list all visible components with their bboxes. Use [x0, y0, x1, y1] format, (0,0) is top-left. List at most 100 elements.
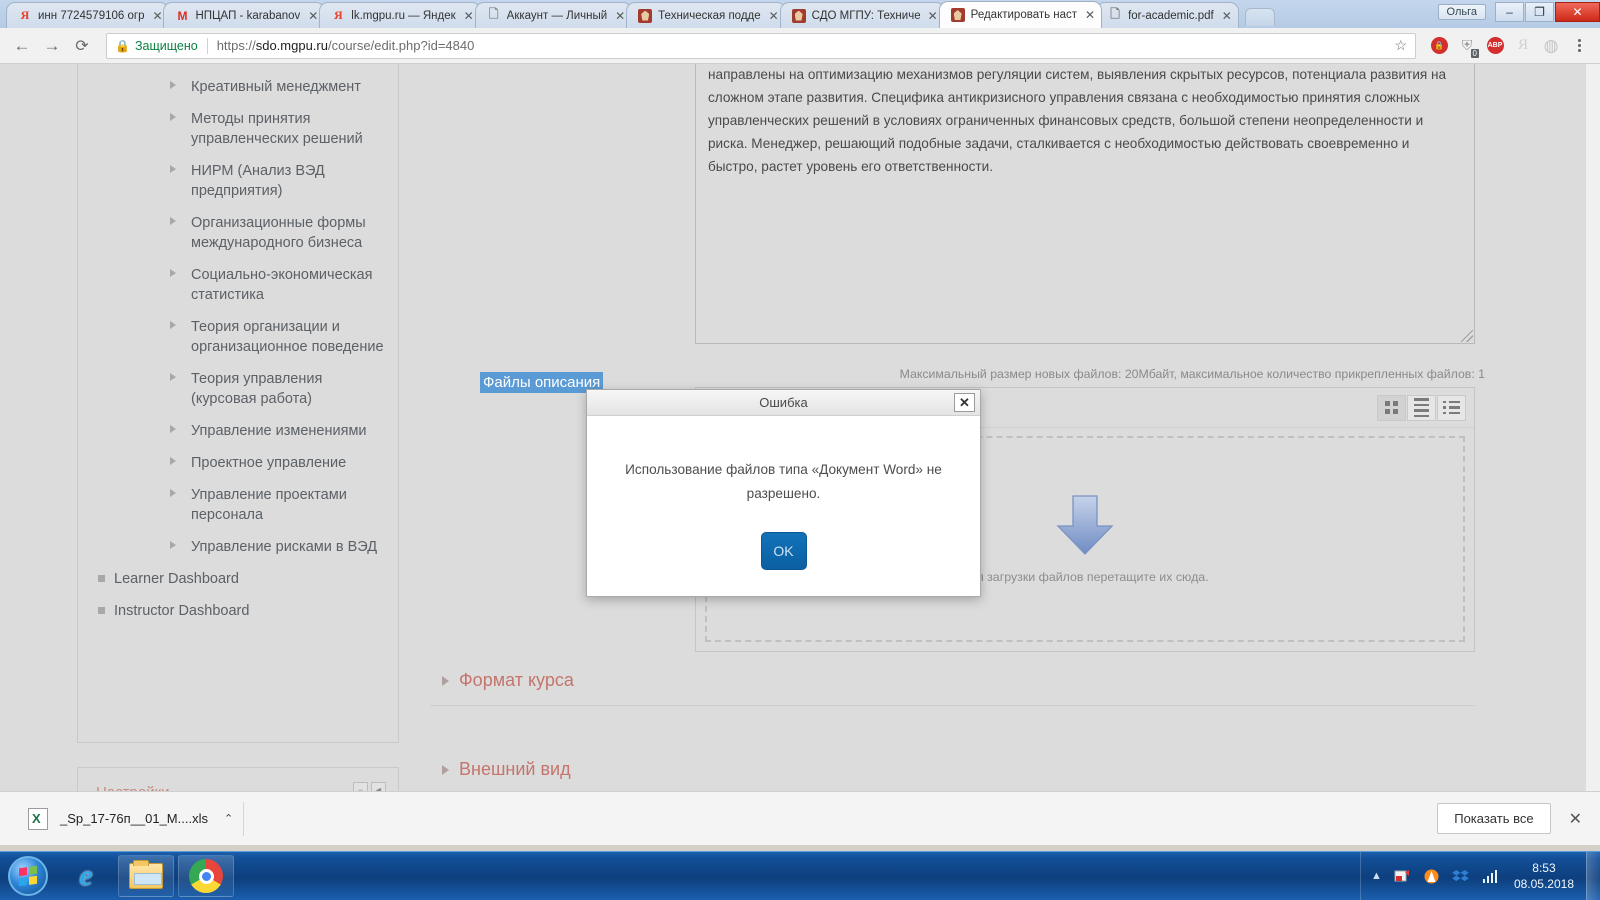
chevron-right-icon: [170, 217, 184, 225]
browser-tab[interactable]: Техническая подде ✕: [626, 2, 786, 28]
google-chrome-icon[interactable]: [178, 855, 234, 897]
page-scrollbar[interactable]: [1585, 64, 1600, 791]
extension-badge-icon[interactable]: ⛨ 0: [1454, 33, 1480, 59]
settings-block: Настройки − ◄ ✥ ⚙ ▾: [77, 767, 399, 791]
lock-shield-icon[interactable]: 🔒: [1426, 33, 1452, 59]
tab-title: lk.mgpu.ru — Яндек: [351, 9, 456, 22]
tab-close-icon[interactable]: ✕: [613, 9, 627, 23]
section-header[interactable]: Формат курса: [430, 662, 1475, 705]
tab-close-icon[interactable]: ✕: [462, 9, 476, 23]
windows-taskbar: e ▲ 8:53 08.05.2018: [0, 851, 1600, 900]
file-explorer-icon[interactable]: [118, 855, 174, 897]
course-description-textarea[interactable]: направлены на оптимизацию механизмов рег…: [695, 64, 1475, 344]
sidebar-item-instructor-dashboard[interactable]: Instructor Dashboard: [78, 595, 398, 627]
user-profile-button[interactable]: Ольга: [1437, 4, 1486, 20]
yandex-extension-icon[interactable]: Я: [1510, 33, 1536, 59]
show-hidden-icons-icon[interactable]: ▲: [1371, 870, 1382, 882]
sidebar-item-course[interactable]: Теория организации и организационное пов…: [78, 311, 398, 363]
browser-tab-active[interactable]: Редактировать наст ✕: [938, 1, 1103, 28]
sidebar-item-course[interactable]: Управление изменениями: [78, 415, 398, 447]
list-view-icon[interactable]: [1407, 394, 1436, 421]
tab-close-icon[interactable]: ✕: [1220, 9, 1234, 23]
document-icon: 🗋: [488, 7, 499, 21]
avast-icon[interactable]: [1423, 867, 1441, 885]
browser-tab[interactable]: СДО МГПУ: Техниче ✕: [779, 2, 945, 28]
sidebar-item-course[interactable]: Организационные формы международного биз…: [78, 207, 398, 259]
forward-icon[interactable]: →: [38, 32, 66, 60]
sidebar-item-course[interactable]: НИРМ (Анализ ВЭД предприятия): [78, 155, 398, 207]
browser-tab[interactable]: 🗋 for-academic.pdf ✕: [1096, 2, 1239, 28]
browser-tab[interactable]: M НПЦАП - karabanov ✕: [163, 2, 326, 28]
browser-tab[interactable]: 🗋 Аккаунт — Личный ✕: [474, 2, 633, 28]
dialog-ok-button[interactable]: OK: [760, 531, 807, 570]
yandex-icon: Я: [20, 8, 30, 22]
section-header[interactable]: Внешний вид: [430, 751, 1475, 791]
tab-close-icon[interactable]: ✕: [926, 9, 940, 23]
tab-close-icon[interactable]: ✕: [150, 9, 164, 23]
clock-time: 8:53: [1532, 861, 1556, 875]
chrome-menu-icon[interactable]: [1566, 33, 1592, 59]
file-size-hint: Максимальный размер новых файлов: 20Мбай…: [899, 367, 1485, 381]
show-desktop-button[interactable]: [1586, 851, 1600, 900]
reload-icon[interactable]: ⟳: [68, 32, 96, 60]
sidebar-item-label: Методы принятия управленческих решений: [191, 111, 363, 147]
tab-close-icon[interactable]: ✕: [767, 9, 781, 23]
network-icon[interactable]: [1481, 867, 1499, 885]
dialog-close-icon[interactable]: ✕: [954, 393, 975, 412]
back-icon[interactable]: ←: [8, 32, 36, 60]
settings-block-controls: − ◄: [353, 782, 386, 791]
sidebar-item-label: Управление рисками в ВЭД: [191, 539, 378, 555]
taskbar-clock[interactable]: 8:53 08.05.2018: [1514, 860, 1574, 892]
tab-title: инн 7724579106 огр: [38, 9, 145, 22]
sidebar-item-label: Организационные формы международного биз…: [191, 215, 366, 251]
sidebar-item-learner-dashboard[interactable]: Learner Dashboard: [78, 563, 398, 595]
new-tab-button[interactable]: [1244, 8, 1275, 26]
internet-explorer-icon[interactable]: e: [58, 855, 114, 897]
close-download-bar-icon[interactable]: ✕: [1569, 809, 1582, 829]
dock-left-icon[interactable]: ◄: [371, 782, 386, 791]
tab-close-icon[interactable]: ✕: [306, 9, 320, 23]
sidebar-item-course[interactable]: Проектное управление: [78, 447, 398, 479]
sidebar-item-course[interactable]: Управление рисками в ВЭД: [78, 531, 398, 563]
bookmark-star-icon[interactable]: ☆: [1394, 37, 1407, 54]
minimize-button[interactable]: –: [1495, 2, 1524, 22]
sidebar-item-course[interactable]: Методы принятия управленческих решений: [78, 103, 398, 155]
tab-title: НПЦАП - karabanov: [195, 9, 301, 22]
browser-tab[interactable]: Я инн 7724579106 огр ✕: [6, 2, 170, 28]
browser-tab[interactable]: Я lk.mgpu.ru — Яндек ✕: [319, 2, 481, 28]
start-button[interactable]: [2, 854, 54, 898]
sidebar-item-course[interactable]: Креативный менеджмент: [78, 71, 398, 103]
download-item[interactable]: _Sp_17-76п__01_М....xls ⌃: [12, 801, 245, 836]
show-all-downloads-button[interactable]: Показать все: [1437, 803, 1551, 834]
gmail-icon: M: [177, 8, 188, 23]
sidebar-item-course[interactable]: Теория управления (курсовая работа): [78, 363, 398, 415]
tab-title: Редактировать наст: [970, 9, 1078, 21]
secure-label: Защищено: [134, 38, 198, 53]
globe-extension-icon[interactable]: ◍: [1538, 33, 1564, 59]
close-button[interactable]: ✕: [1555, 2, 1600, 22]
collapse-icon[interactable]: −: [353, 782, 368, 791]
chevron-right-icon: [170, 425, 184, 433]
excel-file-icon: [28, 807, 48, 830]
sidebar-item-course[interactable]: Социально-экономическая статистика: [78, 259, 398, 311]
omnibox-divider: [206, 37, 208, 54]
grid-view-icon[interactable]: [1377, 394, 1406, 421]
maximize-button[interactable]: ❐: [1525, 2, 1554, 22]
address-bar[interactable]: 🔒 Защищено https://sdo.mgpu.ru/course/ed…: [106, 32, 1416, 59]
browser-window: Я инн 7724579106 огр ✕ M НПЦАП - karaban…: [0, 0, 1600, 845]
chevron-right-icon: [442, 764, 449, 775]
chevron-right-icon: [170, 457, 184, 465]
dropbox-icon[interactable]: [1452, 867, 1470, 885]
tab-close-icon[interactable]: ✕: [1083, 8, 1097, 22]
textarea-resize-handle[interactable]: [1461, 330, 1473, 342]
detail-view-icon[interactable]: [1437, 394, 1466, 421]
navigation-block: Креативный менеджмент Методы принятия уп…: [77, 64, 399, 743]
security-icon[interactable]: [1394, 867, 1412, 885]
mgpu-icon: [637, 8, 653, 24]
sidebar-item-course[interactable]: Управление проектами персонала: [78, 479, 398, 531]
windows-logo-icon: [8, 856, 48, 896]
adblock-icon[interactable]: ABP: [1482, 33, 1508, 59]
chevron-right-icon: [170, 321, 184, 329]
sidebar-item-label: Креативный менеджмент: [191, 79, 361, 95]
chevron-up-icon[interactable]: ⌃: [224, 812, 233, 825]
